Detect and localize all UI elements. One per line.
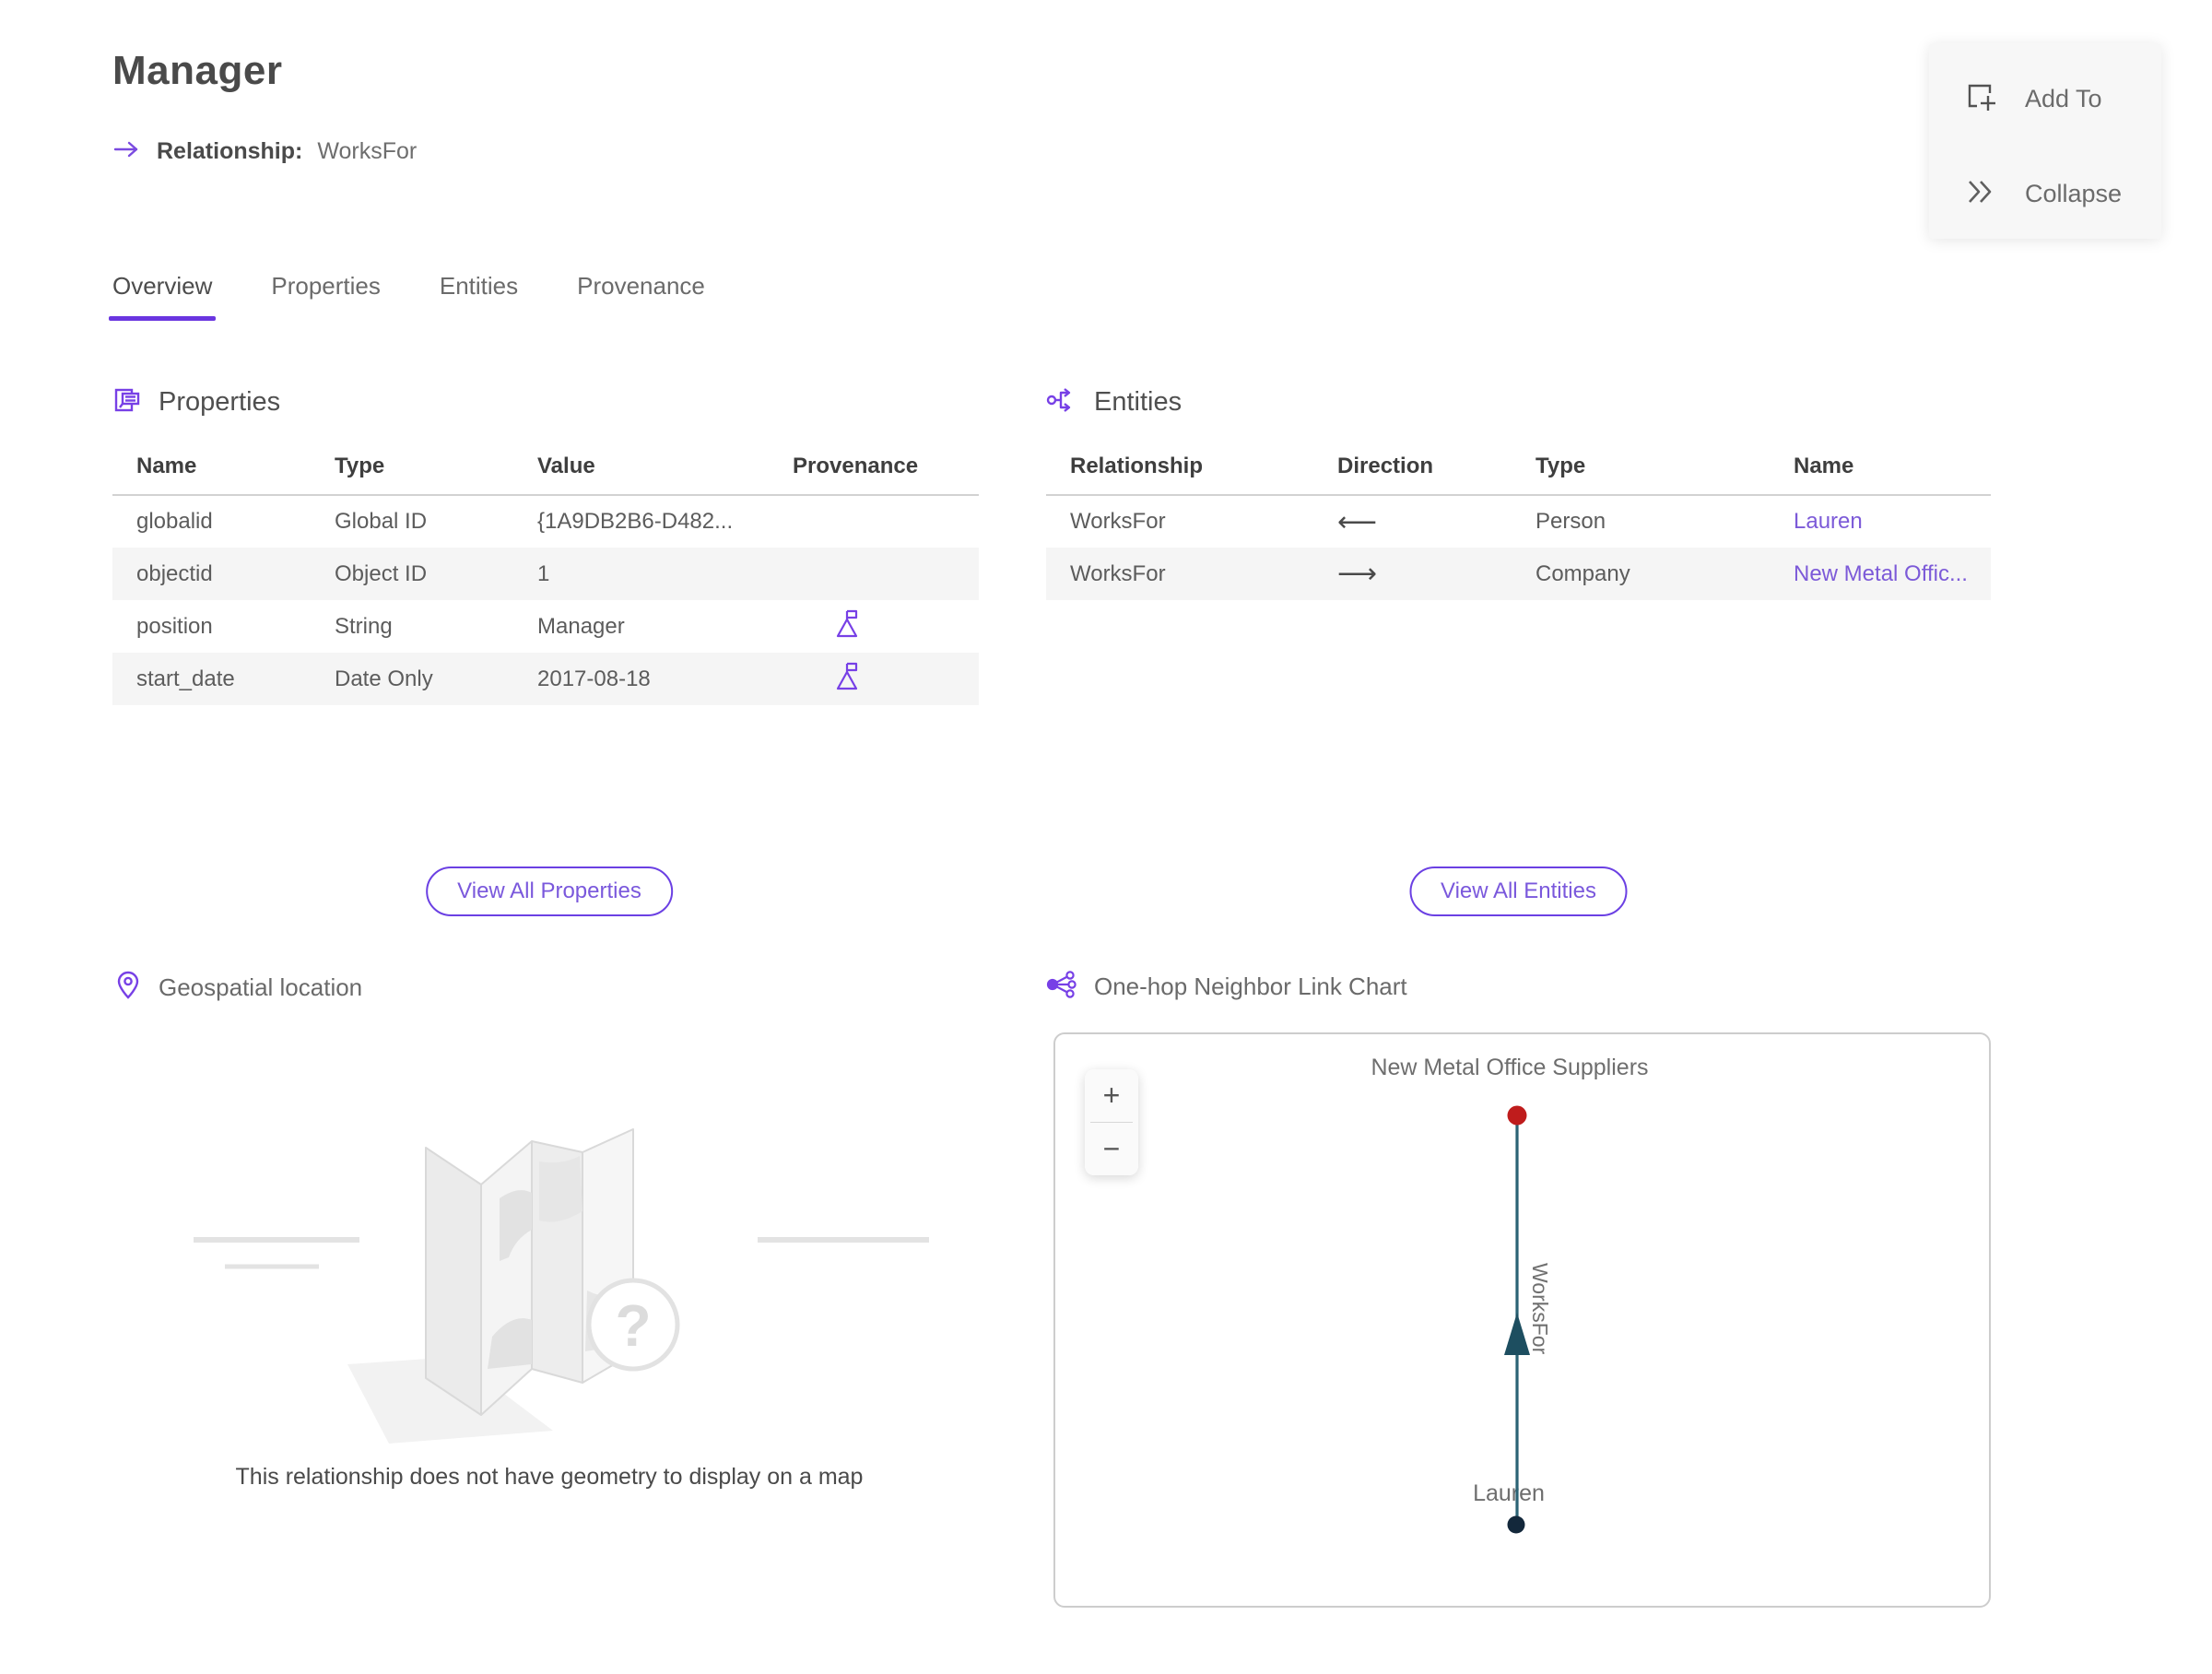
view-all-entities-button[interactable]: View All Entities	[1409, 866, 1628, 916]
entities-graph-icon	[1046, 385, 1077, 419]
link-chart-section-title: One-hop Neighbor Link Chart	[1094, 973, 1407, 1000]
properties-icon	[112, 385, 142, 419]
properties-section-title: Properties	[159, 387, 281, 417]
geospatial-empty-message: This relationship does not have geometry…	[235, 1464, 864, 1490]
entities-table-header: Relationship Direction Type Name	[1046, 454, 1991, 496]
provenance-flag-icon[interactable]	[835, 660, 861, 698]
link-chart-section-header: One-hop Neighbor Link Chart	[1046, 970, 1407, 1004]
collapse-label: Collapse	[2025, 180, 2123, 207]
node-dot-person[interactable]	[1507, 1515, 1525, 1534]
node-dot-company[interactable]	[1507, 1105, 1527, 1126]
edge-arrowhead	[1504, 1313, 1530, 1355]
link-chart-graphic	[1504, 1105, 1530, 1534]
link-chart-canvas[interactable]: + − New Metal Office Suppliers Lauren Wo…	[1053, 1032, 1991, 1608]
col-direction: Direction	[1313, 454, 1512, 496]
direction-arrow: ⟵	[1337, 506, 1378, 537]
one-hop-share-icon	[1046, 970, 1077, 1004]
col-value: Value	[513, 454, 769, 496]
direction-arrow: ⟶	[1313, 548, 1512, 600]
svg-text:?: ?	[615, 1292, 651, 1359]
table-row: objectid Object ID 1	[112, 548, 979, 600]
table-row: position String Manager	[112, 600, 979, 653]
entities-section-title: Entities	[1094, 387, 1182, 417]
col-type: Type	[311, 454, 513, 496]
properties-table: Name Type Value Provenance globalid Glob…	[112, 454, 979, 705]
entity-link[interactable]: New Metal Offic...	[1770, 548, 1991, 600]
table-row: WorksFor ⟵ Person Lauren	[1046, 495, 1991, 548]
col-relationship: Relationship	[1046, 454, 1313, 496]
geospatial-section-header: Geospatial location	[114, 970, 362, 1006]
properties-section-header: Properties	[112, 385, 280, 419]
col-name: Name	[1770, 454, 1991, 496]
left-column: Properties Name Type Value Provenance gl…	[112, 0, 986, 1674]
col-name: Name	[112, 454, 311, 496]
properties-table-header: Name Type Value Provenance	[112, 454, 979, 496]
entities-table: Relationship Direction Type Name WorksFo…	[1046, 454, 1991, 600]
table-row: start_date Date Only 2017-08-18	[112, 653, 979, 705]
view-all-properties-button[interactable]: View All Properties	[426, 866, 673, 916]
map-placeholder-illustration: ?	[194, 1128, 929, 1444]
provenance-flag-icon[interactable]	[835, 607, 861, 645]
entity-link[interactable]: Lauren	[1770, 495, 1991, 548]
col-type: Type	[1512, 454, 1770, 496]
table-row: WorksFor ⟶ Company New Metal Offic...	[1046, 548, 1991, 600]
right-column: Entities Relationship Direction Type Nam…	[1046, 0, 1991, 1674]
table-row: globalid Global ID {1A9DB2B6-D482...	[136, 509, 734, 534]
entities-section-header: Entities	[1046, 385, 1182, 419]
col-provenance: Provenance	[769, 454, 979, 496]
map-pin-icon	[114, 970, 142, 1006]
add-to-label: Add To	[2025, 85, 2102, 112]
geospatial-section-title: Geospatial location	[159, 973, 363, 1001]
